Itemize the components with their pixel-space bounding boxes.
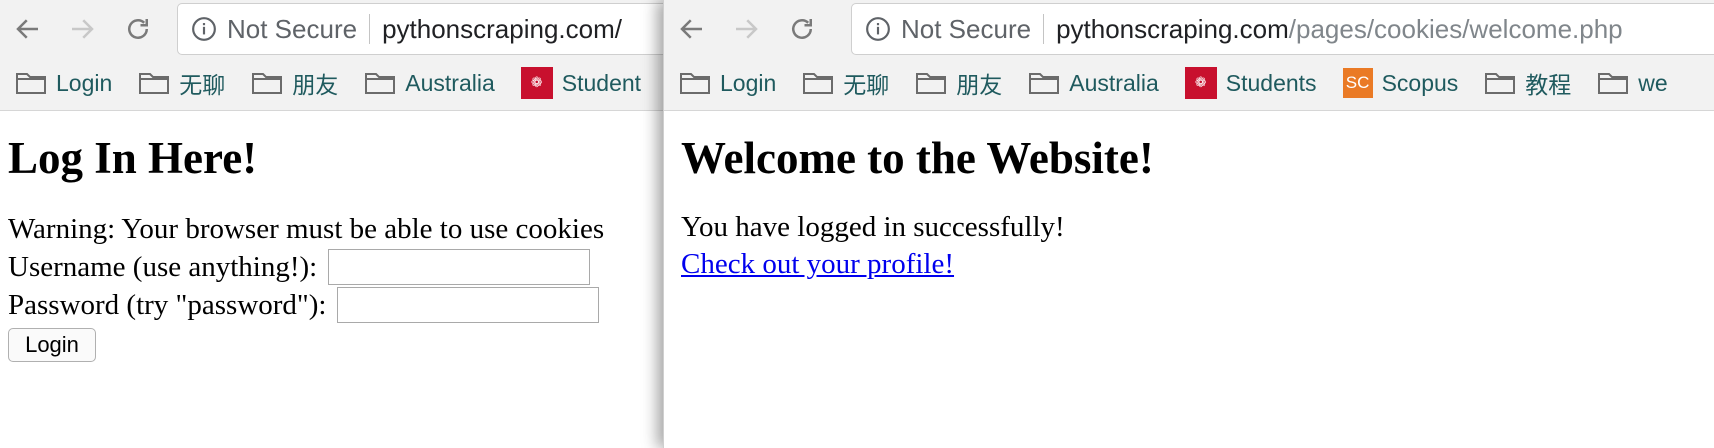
bookmarks-bar: Login 无聊 朋友 Australia ❁ Student: [0, 62, 665, 104]
url-host: pythonscraping.com: [1056, 13, 1289, 44]
bookmark-australia[interactable]: Australia: [1028, 69, 1159, 97]
username-input[interactable]: [328, 249, 591, 285]
arrow-left-icon: [680, 19, 702, 39]
not-secure-label: Not Secure: [901, 13, 1032, 44]
folder-icon: [252, 73, 283, 94]
forward-button[interactable]: [62, 9, 102, 49]
scopus-favicon-icon: SC: [1342, 68, 1373, 98]
cookie-warning: Warning: Your browser must be able to us…: [8, 213, 605, 245]
bookmark-label: we: [1638, 69, 1668, 96]
folder-icon: [916, 73, 947, 94]
address-bar[interactable]: Not Secure pythonscraping.com/: [177, 3, 665, 55]
info-icon[interactable]: [865, 16, 891, 42]
folder-icon: [1029, 73, 1060, 94]
back-button[interactable]: [672, 9, 712, 49]
password-label: Password (try "password"):: [8, 288, 327, 321]
arrow-left-icon: [16, 19, 38, 39]
folder-icon: [365, 73, 396, 94]
students-favicon-icon: ❁: [1184, 67, 1217, 99]
browser-toolbar: Not Secure pythonscraping.com /pages/coo…: [664, 0, 1714, 111]
arrow-right-icon: [736, 19, 758, 39]
bookmark-label: 朋友: [956, 72, 1003, 98]
info-icon[interactable]: [191, 16, 217, 42]
welcome-page-content: Welcome to the Website! You have logged …: [681, 111, 1154, 283]
login-button[interactable]: Login: [8, 328, 96, 362]
bookmark-wuliao[interactable]: 无聊: [138, 66, 225, 100]
bookmark-pengyou[interactable]: 朋友: [251, 66, 338, 100]
not-secure-label: Not Secure: [227, 13, 358, 44]
username-label: Username (use anything!):: [8, 250, 318, 283]
address-bar[interactable]: Not Secure pythonscraping.com /pages/coo…: [851, 3, 1714, 55]
bookmark-wuliao[interactable]: 无聊: [802, 66, 889, 100]
bookmark-login[interactable]: Login: [679, 70, 776, 97]
bookmark-jiaocheng[interactable]: 教程: [1484, 66, 1571, 100]
browser-window-welcome: Not Secure pythonscraping.com /pages/coo…: [663, 0, 1714, 448]
bookmark-we[interactable]: we: [1597, 69, 1668, 97]
folder-icon: [16, 73, 46, 94]
url-divider: [369, 14, 371, 44]
bookmark-label: 无聊: [843, 72, 890, 98]
browser-window-login: Not Secure pythonscraping.com/ Login 无聊 …: [0, 0, 665, 448]
bookmark-students[interactable]: ❁ Student: [520, 67, 642, 99]
folder-icon: [1598, 73, 1629, 94]
bookmark-label: 教程: [1525, 72, 1572, 98]
page-heading: Welcome to the Website!: [681, 133, 1154, 183]
login-page-content: Log In Here! Warning: Your browser must …: [8, 111, 604, 362]
folder-icon: [1485, 73, 1516, 94]
login-success-message: You have logged in successfully!: [681, 211, 1065, 243]
reload-icon: [792, 19, 812, 39]
bookmark-label: 朋友: [292, 72, 339, 98]
bookmark-students[interactable]: ❁ Students: [1184, 67, 1317, 99]
bookmark-scopus[interactable]: SC Scopus: [1342, 68, 1459, 98]
bookmark-label: Scopus: [1381, 69, 1459, 96]
folder-icon: [139, 73, 170, 94]
url-path: /pages/cookies/welcome.php: [1288, 13, 1623, 44]
url-divider: [1043, 14, 1045, 44]
bookmark-label: Australia: [405, 69, 495, 96]
username-row: Username (use anything!):: [8, 248, 604, 286]
bookmark-label: Students: [1225, 69, 1317, 96]
page-heading: Log In Here!: [8, 133, 258, 183]
arrow-right-icon: [72, 19, 94, 39]
password-input[interactable]: [337, 287, 600, 323]
bookmark-label: Student: [561, 69, 642, 96]
folder-icon: [803, 73, 834, 94]
profile-link[interactable]: Check out your profile!: [681, 246, 954, 283]
bookmark-label: Login: [56, 69, 113, 96]
bookmark-pengyou[interactable]: 朋友: [915, 66, 1002, 100]
password-row: Password (try "password"):: [8, 286, 604, 324]
reload-button[interactable]: [782, 9, 822, 49]
bookmark-login[interactable]: Login: [15, 70, 112, 97]
folder-icon: [680, 73, 710, 94]
bookmarks-bar: Login 无聊 朋友 Australia ❁ Students SC Scop…: [664, 62, 1714, 104]
bookmark-label: Login: [720, 69, 777, 96]
bookmark-label: 无聊: [179, 72, 226, 98]
browser-toolbar: Not Secure pythonscraping.com/ Login 无聊 …: [0, 0, 665, 111]
reload-button[interactable]: [118, 9, 158, 49]
url-host: pythonscraping.com/: [382, 13, 622, 44]
bookmark-australia[interactable]: Australia: [364, 69, 495, 97]
students-favicon-icon: ❁: [520, 67, 553, 99]
forward-button[interactable]: [726, 9, 766, 49]
bookmark-label: Australia: [1069, 69, 1159, 96]
reload-icon: [128, 19, 148, 39]
back-button[interactable]: [8, 9, 48, 49]
